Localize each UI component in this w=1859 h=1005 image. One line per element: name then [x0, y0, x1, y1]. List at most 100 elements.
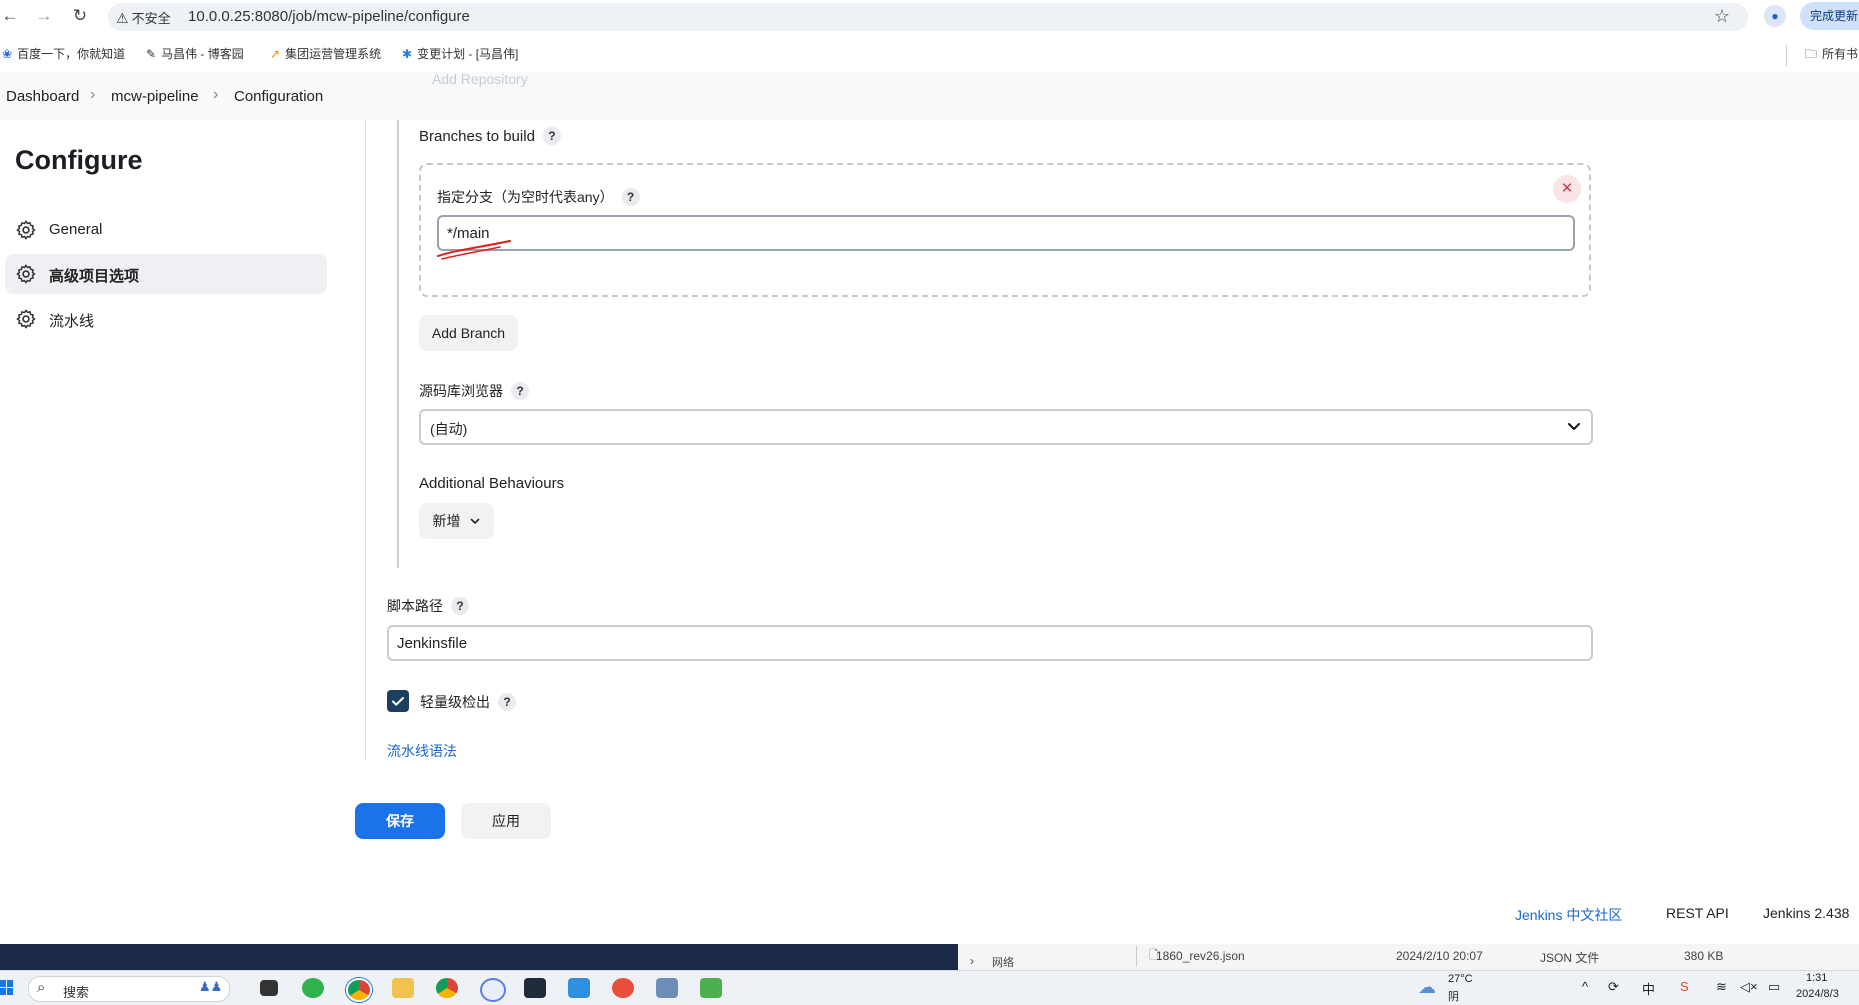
chevron-right-icon: › [970, 954, 974, 968]
branch-spec-label: 指定分支（为空时代表any）? [437, 187, 640, 207]
sync-icon[interactable]: ⟳ [1608, 979, 1619, 995]
sidebar-item-advanced[interactable]: 高级项目选项 [5, 254, 327, 294]
profile-icon[interactable]: ● [1764, 5, 1786, 27]
battery-icon[interactable]: ▭ [1768, 979, 1780, 995]
gear-icon [16, 264, 36, 284]
sidebar-item-general[interactable]: General [5, 210, 327, 250]
ime-icon[interactable]: 中 [1642, 979, 1655, 998]
file-size: 380 KB [1684, 949, 1724, 963]
lightweight-checkout-checkbox[interactable] [387, 690, 409, 712]
cloud-weather-icon: ☁ [1418, 977, 1436, 997]
browser-toolbar: ← → ↻ ⚠ 不安全 10.0.0.25:8080/job/mcw-pipeli… [0, 0, 1859, 32]
vmware-app-icon[interactable] [568, 978, 590, 998]
help-icon[interactable]: ? [542, 127, 561, 145]
bookmark-item[interactable]: ✎ 马昌伟 - 博客园 [146, 45, 244, 62]
breadcrumb-configuration[interactable]: Configuration [234, 88, 323, 105]
snail-app-icon[interactable] [612, 978, 634, 998]
pen-icon: ✎ [146, 47, 157, 61]
network-tree-item: 网络 [992, 957, 1014, 969]
chrome-app-icon[interactable] [346, 978, 372, 1002]
terminal-app-icon[interactable] [260, 980, 278, 996]
sidebar-item-label: 流水线 [49, 313, 95, 330]
scrolled-add-repository-text: Add Repository [432, 71, 528, 87]
clock-date: 2024/8/3 [1796, 988, 1839, 1000]
additional-behaviours-label: Additional Behaviours [419, 475, 565, 492]
chevron-down-icon [1568, 423, 1580, 430]
bookmark-item[interactable]: ❀ 百度一下，你就知道 [2, 45, 125, 62]
script-path-label: 脚本路径? [387, 596, 469, 616]
folder-icon: 🗀 [1805, 47, 1818, 61]
sidebar-item-label: General [49, 221, 103, 238]
red-underline-annotation [437, 240, 511, 260]
back-icon[interactable]: ← [0, 6, 20, 26]
paw-icon: ❀ [2, 47, 13, 61]
weather-temp: 27°C [1448, 973, 1473, 985]
bookmark-folder[interactable]: 🗀 所有书 [1786, 45, 1858, 66]
chevron-right-icon: › [213, 86, 219, 103]
help-icon[interactable]: ? [498, 693, 516, 711]
chevron-right-icon: › [90, 86, 96, 103]
script-path-input[interactable]: Jenkinsfile [387, 625, 1593, 661]
reload-icon[interactable]: ↻ [70, 6, 90, 26]
url-text[interactable]: 10.0.0.25:8080/job/mcw-pipeline/configur… [188, 8, 470, 25]
chart-icon: ↗ [270, 47, 281, 61]
footer-version-link[interactable]: Jenkins 2.438 [1763, 905, 1849, 921]
page-title: Configure [15, 145, 143, 175]
taskbar-search[interactable]: ⌕ 搜索 ♟♟ [28, 976, 230, 1002]
file-explorer-app-icon[interactable] [392, 978, 414, 998]
forward-icon[interactable]: → [34, 6, 54, 26]
chrome-app-icon-2[interactable] [436, 978, 458, 998]
bookmark-item[interactable]: ↗ 集团运营管理系统 [270, 45, 381, 62]
gear-icon [16, 220, 36, 240]
repo-browser-label: 源码库浏览器? [419, 381, 529, 401]
chevron-up-icon[interactable]: ^ [1582, 979, 1588, 994]
explorer-preview-strip: › 网络 🗋 1860_rev26.json 2024/2/10 20:07 J… [0, 944, 1859, 970]
bookmark-item[interactable]: ✱ 变更计划 - [马昌伟] [402, 45, 518, 62]
apply-button[interactable]: 应用 [461, 803, 551, 839]
file-name: 1860_rev26.json [1156, 949, 1245, 963]
repo-browser-select[interactable]: (自动) [419, 409, 1593, 445]
branches-to-build-label: Branches to build? [419, 127, 561, 145]
editor-app-icon[interactable] [700, 978, 722, 998]
content-divider [365, 120, 366, 760]
windows-taskbar: ⌕ 搜索 ♟♟ ☁ 27°C 阴 ^ ⟳ 中 S ≋ ◁× ▭ 1:31 202… [0, 970, 1859, 1005]
file-explorer-preview: › 网络 🗋 1860_rev26.json 2024/2/10 20:07 J… [958, 944, 1859, 970]
warning-icon: ⚠ [116, 10, 129, 26]
help-icon[interactable]: ? [511, 382, 529, 400]
help-icon[interactable]: ? [451, 597, 469, 615]
wifi-icon[interactable]: ≋ [1716, 979, 1727, 995]
file-date: 2024/2/10 20:07 [1396, 949, 1483, 963]
file-type: JSON 文件 [1540, 951, 1600, 965]
update-button[interactable]: 完成更新 [1800, 2, 1859, 30]
breadcrumb-dashboard[interactable]: Dashboard [6, 88, 79, 105]
pipeline-syntax-link[interactable]: 流水线语法 [387, 741, 457, 761]
footer-community-link[interactable]: Jenkins 中文社区 [1515, 905, 1622, 925]
add-branch-button[interactable]: Add Branch [419, 315, 518, 351]
volume-muted-icon[interactable]: ◁× [1740, 979, 1758, 995]
monitor-app-icon[interactable] [656, 978, 678, 998]
add-behaviour-dropdown[interactable]: 新增 [419, 503, 494, 539]
search-highlight-icon: ♟♟ [199, 979, 223, 994]
windows-start-icon[interactable] [0, 980, 14, 996]
wechat-app-icon[interactable] [302, 978, 324, 998]
gear-icon [16, 309, 36, 329]
security-indicator[interactable]: ⚠ 不安全 [116, 8, 171, 27]
terminal-app-icon-2[interactable] [524, 978, 546, 998]
sidebar-item-label: 高级项目选项 [49, 268, 140, 285]
network-app-icon[interactable] [480, 978, 506, 1002]
lightweight-checkout-label: 轻量级检出? [420, 692, 516, 712]
sidebar-item-pipeline[interactable]: 流水线 [5, 299, 327, 339]
clock-time: 1:31 [1806, 972, 1828, 984]
save-button[interactable]: 保存 [355, 803, 445, 839]
footer-rest-api-link[interactable]: REST API [1666, 905, 1729, 921]
help-icon[interactable]: ? [621, 188, 640, 206]
bookmarks-bar: ❀ 百度一下，你就知道 ✎ 马昌伟 - 博客园 ↗ 集团运营管理系统 ✱ 变更计划 - … [0, 38, 1859, 68]
close-icon[interactable]: ✕ [1553, 175, 1581, 203]
wps-icon[interactable]: S [1680, 979, 1689, 994]
weather-desc: 阴 [1448, 991, 1459, 1003]
address-bar[interactable]: ⚠ 不安全 10.0.0.25:8080/job/mcw-pipeline/con… [108, 3, 1748, 31]
branch-spec-input[interactable]: */main [437, 215, 1575, 251]
breadcrumb-job[interactable]: mcw-pipeline [111, 88, 199, 105]
bookmark-star-icon[interactable]: ☆ [1714, 6, 1730, 27]
breadcrumb: Add Repository Dashboard › mcw-pipeline … [0, 71, 1859, 120]
